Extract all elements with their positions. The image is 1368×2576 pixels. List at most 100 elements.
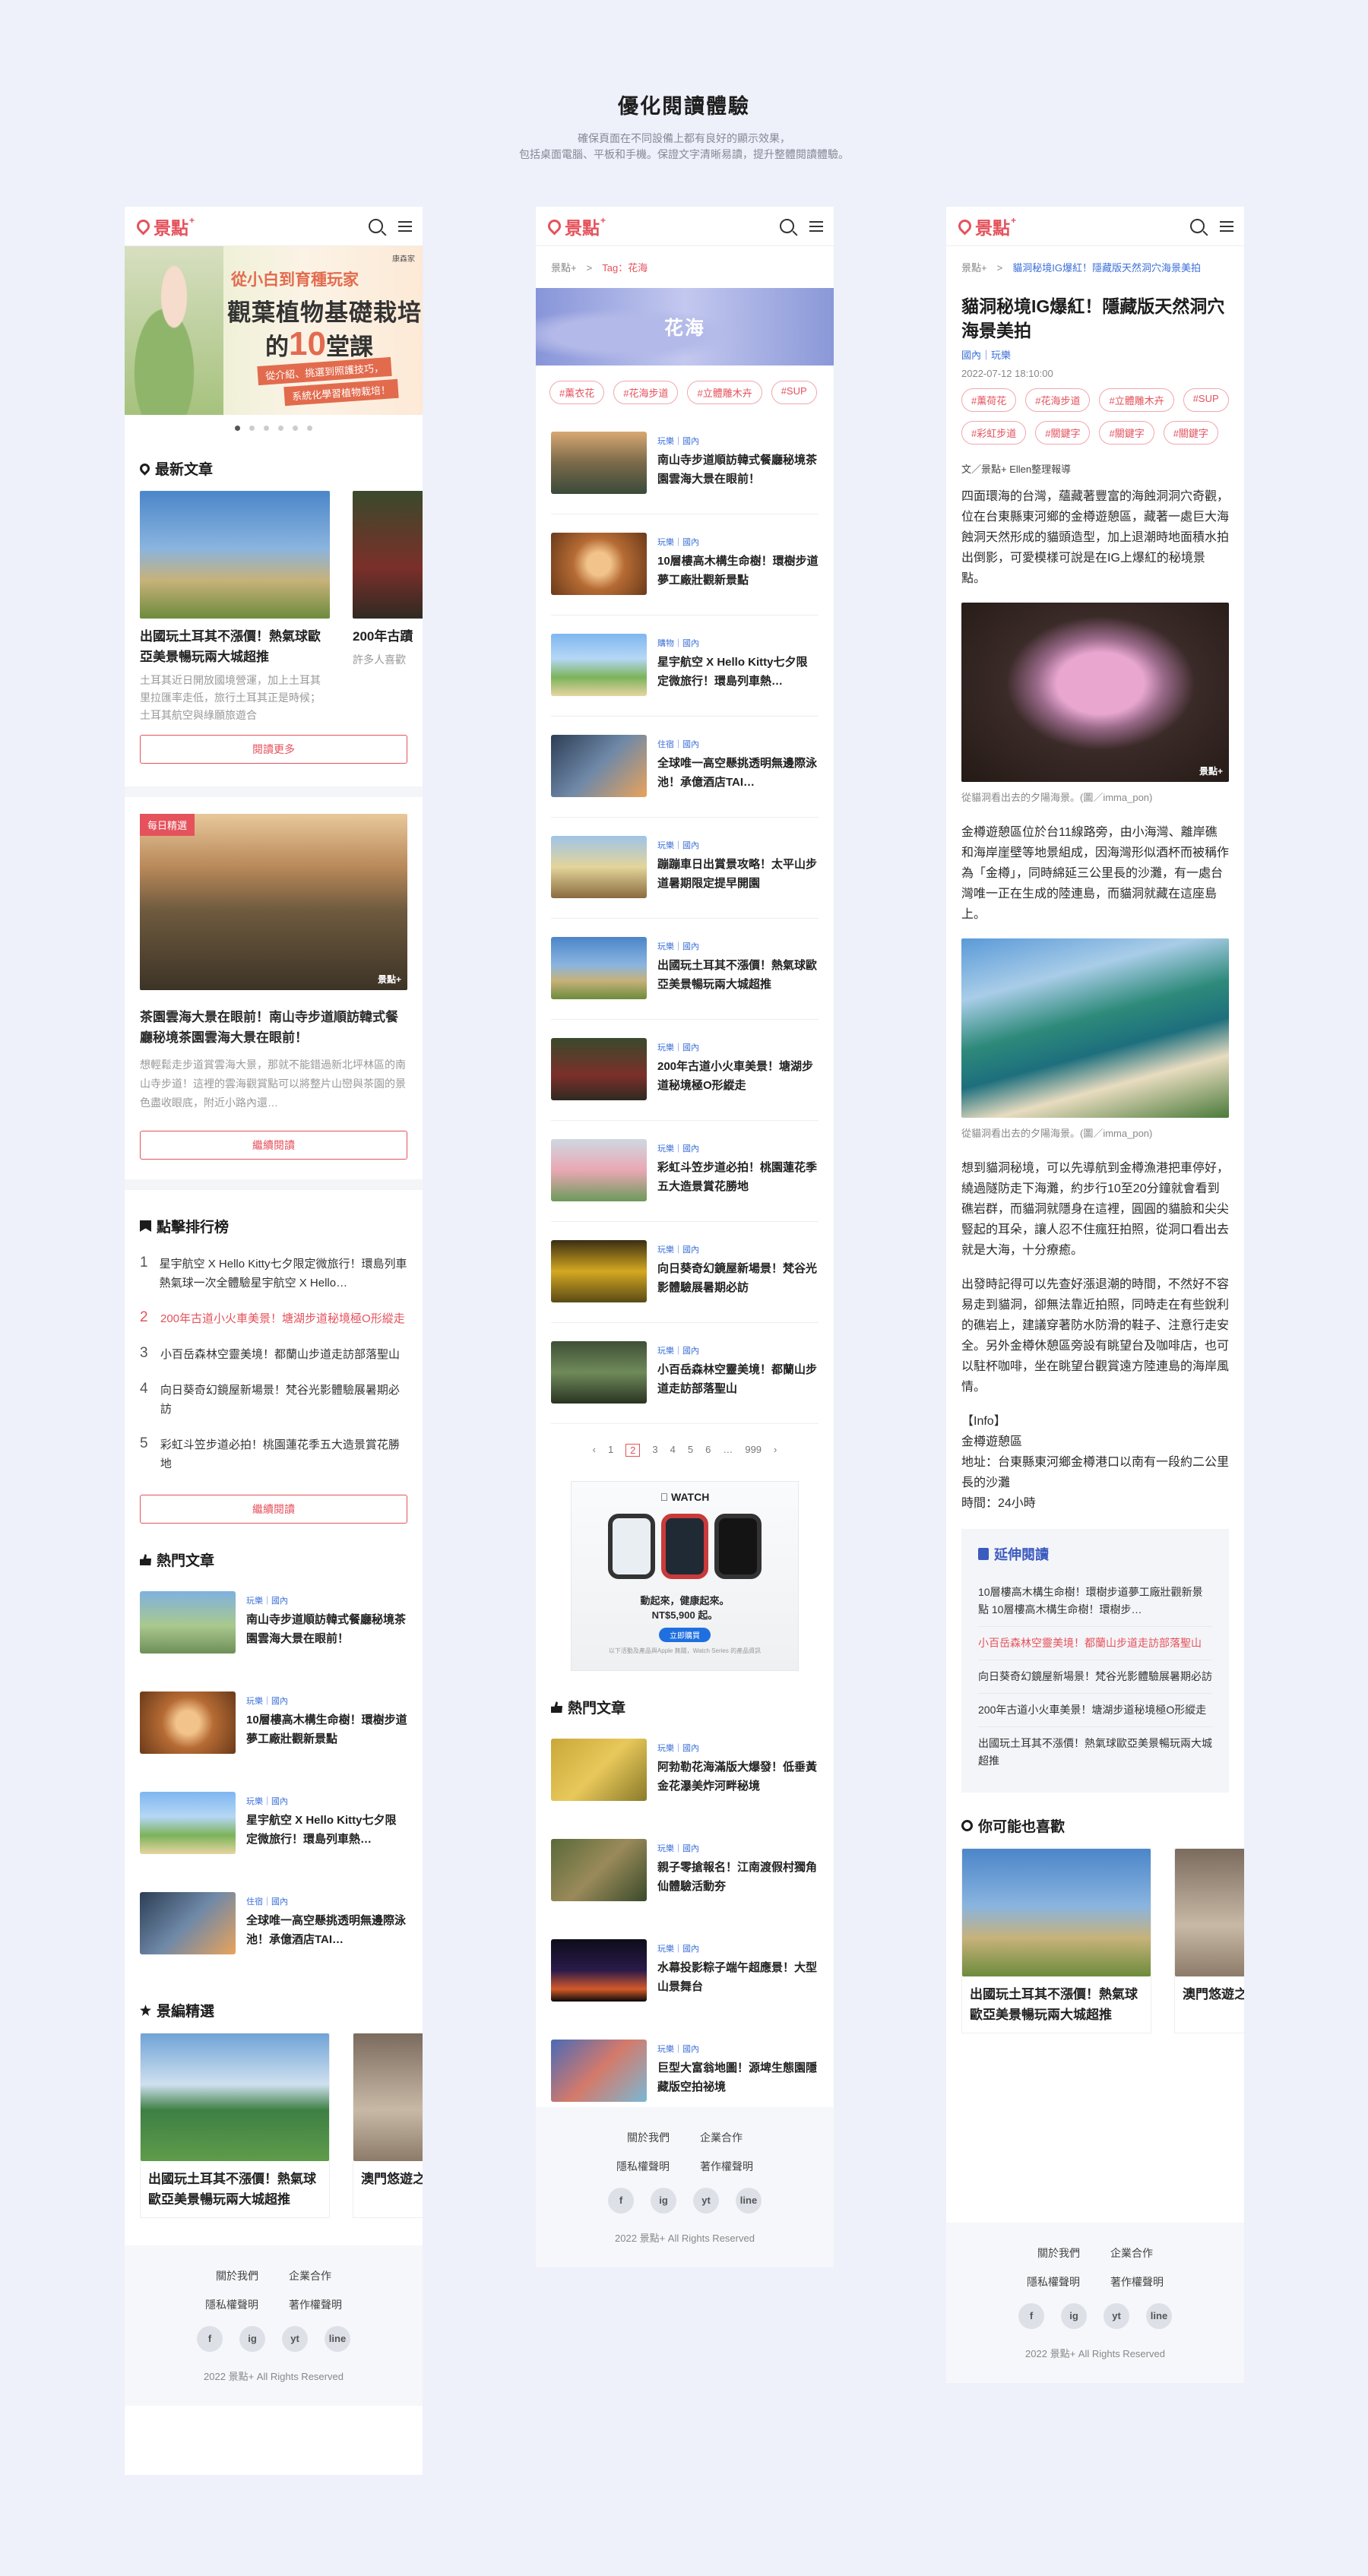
ranking-item[interactable]: 5 彩虹斗笠步道必拍！桃園蓮花季五大造景賞花勝地	[140, 1429, 407, 1484]
tag-chip[interactable]: #花海步道	[613, 381, 679, 404]
like-carousel[interactable]: 出國玩土耳其不漲價！熱氣球歐亞美景暢玩兩大城超推 澳門悠遊之旅	[946, 1848, 1244, 2033]
breadcrumb-home[interactable]: 景點+	[961, 262, 987, 274]
youtube-icon[interactable]: yt	[282, 2326, 308, 2352]
youtube-icon[interactable]: yt	[693, 2188, 719, 2214]
carousel-dot[interactable]	[278, 426, 283, 431]
continue-reading-button[interactable]: 繼續閱讀	[140, 1131, 407, 1160]
ranking-item[interactable]: 3 小百岳森林空靈美境！都蘭山步道走訪部落聖山	[140, 1339, 407, 1375]
carousel-dot[interactable]	[264, 426, 269, 431]
daily-feature[interactable]: 每日精選 景點+ 茶園雲海大景在眼前！南山寺步道順訪韓式餐廳秘境茶園雲海大景在眼前…	[125, 797, 423, 1120]
pager-page[interactable]: 6	[705, 1444, 711, 1457]
list-item[interactable]: 玩樂｜國內 10層樓高木構生命樹！環樹步道夢工廠壯觀新景點	[551, 524, 819, 616]
pager-next[interactable]: ›	[774, 1444, 777, 1457]
tag-chip[interactable]: #立體雕木卉	[1099, 388, 1174, 412]
footer-privacy-link[interactable]: 隱私權聲明	[205, 2297, 258, 2312]
footer-copyright-link[interactable]: 著作權聲明	[289, 2297, 342, 2312]
tag-chip[interactable]: #彩虹步道	[961, 421, 1027, 445]
extended-item[interactable]: 向日葵奇幻鏡屋新場景！梵谷光影體驗展暑期必訪	[978, 1660, 1212, 1694]
instagram-icon[interactable]: ig	[1061, 2303, 1087, 2329]
tag-chip[interactable]: #花海步道	[1025, 388, 1091, 412]
facebook-icon[interactable]: f	[608, 2188, 634, 2214]
list-item[interactable]: 住宿｜國內 全球唯一高空懸挑透明無邊際泳池！承億酒店TAI…	[551, 726, 819, 818]
footer-privacy-link[interactable]: 隱私權聲明	[616, 2159, 670, 2174]
ad-cta-button[interactable]: 立即購買	[659, 1628, 711, 1642]
list-item[interactable]: 玩樂｜國內 小百岳森林空靈美境！都蘭山步道走訪部落聖山	[551, 1332, 819, 1424]
tag-chip[interactable]: #SUP	[1183, 388, 1229, 412]
list-item[interactable]: 購物｜國內 星宇航空 X Hello Kitty七夕限定微旅行！環島列車熱…	[551, 625, 819, 717]
tag-chip[interactable]: #SUP	[771, 381, 817, 404]
article-card[interactable]: 出國玩土耳其不漲價！熱氣球歐亞美景暢玩兩大城超推 土耳其近日開放國境營運，加上土…	[140, 491, 330, 724]
like-card[interactable]: 澳門悠遊之旅	[1174, 1848, 1244, 2033]
list-item[interactable]: 玩樂｜國內 南山寺步道順訪韓式餐廳秘境茶園雲海大景在眼前！	[140, 1582, 407, 1673]
list-item[interactable]: 玩樂｜國內 10層樓高木構生命樹！環樹步道夢工廠壯觀新景點	[140, 1682, 407, 1774]
carousel-dot[interactable]	[249, 426, 255, 431]
list-item[interactable]: 玩樂｜國內 南山寺步道順訪韓式餐廳秘境茶園雲海大景在眼前！	[551, 422, 819, 514]
pager-page[interactable]: 999	[745, 1444, 762, 1457]
list-item[interactable]: 玩樂｜國內 蹦蹦車日出賞景攻略！太平山步道暑期限定提早開園	[551, 827, 819, 919]
list-item[interactable]: 玩樂｜國內 出國玩土耳其不漲價！熱氣球歐亞美景暢玩兩大城超推	[551, 928, 819, 1020]
footer-copyright-link[interactable]: 著作權聲明	[1110, 2274, 1164, 2290]
editor-card[interactable]: 澳門悠遊之旅	[353, 2033, 423, 2218]
article-card[interactable]: 200年古蹟 許多人喜歡	[353, 491, 423, 724]
like-card[interactable]: 出國玩土耳其不漲價！熱氣球歐亞美景暢玩兩大城超推	[961, 1848, 1151, 2033]
youtube-icon[interactable]: yt	[1104, 2303, 1129, 2329]
menu-icon[interactable]	[809, 220, 823, 232]
footer-copyright-link[interactable]: 著作權聲明	[700, 2159, 753, 2174]
extended-item[interactable]: 出國玩土耳其不漲價！熱氣球歐亞美景暢玩兩大城超推	[978, 1727, 1212, 1777]
menu-icon[interactable]	[1220, 220, 1233, 232]
carousel-dot[interactable]	[307, 426, 312, 431]
logo[interactable]: 景點 +	[955, 214, 1016, 239]
pager-page-current[interactable]: 2	[625, 1444, 641, 1457]
search-icon[interactable]	[369, 219, 383, 233]
editor-carousel[interactable]: 出國玩土耳其不漲價！熱氣球歐亞美景暢玩兩大城超推 澳門悠遊之旅	[125, 2033, 423, 2218]
footer-about-link[interactable]: 關於我們	[216, 2268, 258, 2283]
logo[interactable]: 景點 +	[134, 214, 195, 239]
ranking-item[interactable]: 2 200年古道小火車美景！塘湖步道秘境極O形縱走	[140, 1303, 407, 1339]
facebook-icon[interactable]: f	[197, 2326, 223, 2352]
carousel-dot[interactable]	[293, 426, 298, 431]
ranking-item[interactable]: 1 星宇航空 X Hello Kitty七夕限定微旅行！環島列車熱氣球一次全體驗星…	[140, 1248, 407, 1303]
footer-about-link[interactable]: 關於我們	[1037, 2245, 1080, 2261]
instagram-icon[interactable]: ig	[651, 2188, 676, 2214]
latest-carousel[interactable]: 出國玩土耳其不漲價！熱氣球歐亞美景暢玩兩大城超推 土耳其近日開放國境營運，加上土…	[125, 491, 423, 724]
ad-banner[interactable]:  WATCH 動起來，健康起來。 NT$5,900 起。 立即購買 以下活動及…	[571, 1481, 799, 1671]
pager-page[interactable]: 1	[608, 1444, 613, 1457]
extended-item[interactable]: 200年古道小火車美景！塘湖步道秘境極O形縱走	[978, 1694, 1212, 1727]
line-icon[interactable]: line	[325, 2326, 350, 2352]
tag-chip[interactable]: #立體雕木卉	[687, 381, 762, 404]
line-icon[interactable]: line	[736, 2188, 762, 2214]
footer-about-link[interactable]: 關於我們	[627, 2130, 670, 2145]
pager-page[interactable]: 4	[670, 1444, 676, 1457]
extended-item[interactable]: 10層樓高木構生命樹！環樹步道夢工廠壯觀新景點 10層樓高木構生命樹！環樹步…	[978, 1576, 1212, 1627]
footer-biz-link[interactable]: 企業合作	[1110, 2245, 1153, 2261]
tag-chip[interactable]: #關鍵字	[1163, 421, 1218, 445]
read-more-button[interactable]: 閱讀更多	[140, 735, 407, 764]
tag-chip[interactable]: #關鍵字	[1035, 421, 1091, 445]
footer-privacy-link[interactable]: 隱私權聲明	[1027, 2274, 1080, 2290]
continue-reading-button[interactable]: 繼續閱讀	[140, 1495, 407, 1524]
breadcrumb-home[interactable]: 景點+	[551, 262, 577, 274]
pager-page[interactable]: 5	[688, 1444, 693, 1457]
footer-biz-link[interactable]: 企業合作	[289, 2268, 331, 2283]
search-icon[interactable]	[1190, 219, 1205, 233]
tag-chip[interactable]: #薰荷花	[961, 388, 1017, 412]
instagram-icon[interactable]: ig	[239, 2326, 265, 2352]
line-icon[interactable]: line	[1146, 2303, 1172, 2329]
list-item[interactable]: 玩樂｜國內 水幕投影粽子端午超應景！大型山景舞台	[551, 1930, 819, 2021]
pager-page[interactable]: 3	[652, 1444, 657, 1457]
list-item[interactable]: 玩樂｜國內 彩虹斗笠步道必拍！桃園蓮花季五大造景賞花勝地	[551, 1130, 819, 1222]
footer-biz-link[interactable]: 企業合作	[700, 2130, 743, 2145]
hero-banner[interactable]: 康森家 從小白到育種玩家 觀葉植物基礎栽培 的10堂課 從介紹、挑選到照護技巧，…	[125, 246, 423, 415]
extended-item[interactable]: 小百岳森林空靈美境！都蘭山步道走訪部落聖山	[978, 1627, 1212, 1660]
pager-prev[interactable]: ‹	[593, 1444, 596, 1457]
list-item[interactable]: 玩樂｜國內 阿勃勒花海滿版大爆發！低垂黃金花瀑美炸河畔秘境	[551, 1729, 819, 1821]
logo[interactable]: 景點 +	[545, 214, 606, 239]
list-item[interactable]: 玩樂｜國內 親子零搶報名！江南渡假村獨角仙體驗活動夯	[551, 1830, 819, 1921]
ranking-item[interactable]: 4 向日葵奇幻鏡屋新場景！梵谷光影體驗展暑期必訪	[140, 1375, 407, 1429]
list-item[interactable]: 玩樂｜國內 向日葵奇幻鏡屋新場景！梵谷光影體驗展暑期必訪	[551, 1231, 819, 1323]
tag-chip[interactable]: #薰衣花	[549, 381, 605, 404]
facebook-icon[interactable]: f	[1018, 2303, 1044, 2329]
list-item[interactable]: 住宿｜國內 全球唯一高空懸挑透明無邊際泳池！承億酒店TAI…	[140, 1883, 407, 1974]
editor-card[interactable]: 出國玩土耳其不漲價！熱氣球歐亞美景暢玩兩大城超推	[140, 2033, 330, 2218]
carousel-dot[interactable]	[235, 426, 240, 431]
